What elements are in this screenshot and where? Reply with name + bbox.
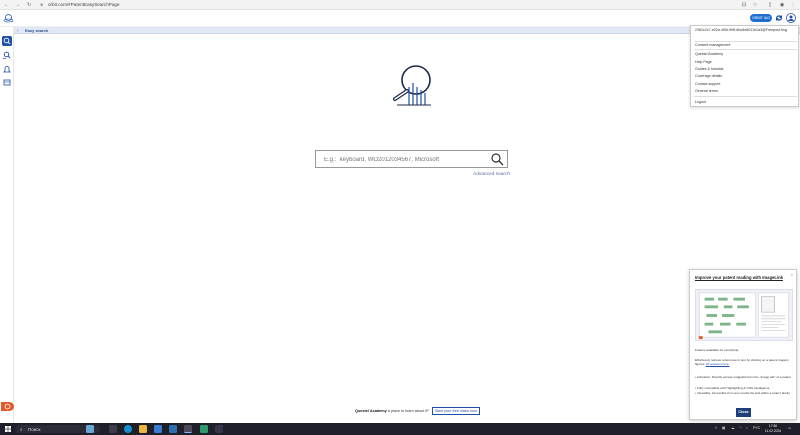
academy-text: a place to learn about IP: [386, 409, 429, 413]
reload-icon[interactable]: ↻: [27, 2, 31, 8]
menu-item-contact[interactable]: Contact support: [695, 82, 720, 86]
bookmark-star-icon[interactable]: ☆: [752, 2, 758, 8]
tray-chevron-icon[interactable]: ˄: [715, 426, 717, 430]
kebab-menu-icon[interactable]: ⋮: [790, 2, 796, 8]
weather-widget-icon[interactable]: [86, 425, 94, 433]
app-icon[interactable]: [200, 425, 208, 433]
browser-toolbar: ← → ↻ ⊜ orbit.com/#PatentEasySearchPage …: [0, 0, 800, 10]
promo-screenshot-image: [695, 289, 793, 341]
folders-icon: [3, 79, 11, 86]
divider: [694, 41, 797, 42]
sync-icon[interactable]: [774, 13, 784, 23]
promo-bullet-activation: • Activation: Directly access imagelink …: [695, 375, 791, 379]
all-answers-link[interactable]: All answers here.: [706, 362, 730, 366]
menu-item-coverage[interactable]: Coverage details: [695, 74, 722, 78]
divider: [694, 96, 797, 97]
menu-item-help[interactable]: Help Page: [695, 60, 712, 64]
bell-icon: [3, 66, 11, 73]
help-tab-button[interactable]: [1, 402, 14, 411]
user-account-icon[interactable]: [786, 13, 796, 23]
breadcrumb: ‹ Easy search: [14, 27, 800, 34]
notifications-icon[interactable]: ▭: [788, 426, 791, 430]
search-box: [315, 150, 508, 168]
task-view-icon[interactable]: [109, 425, 117, 433]
windows-taskbar: ⌕ Поиск ˄ ▦ ☁ ◠ ♪ РУС 17:56 11.02.2024 ▭: [0, 423, 800, 435]
back-icon[interactable]: ←: [4, 2, 9, 8]
network-icon[interactable]: ▦: [722, 426, 725, 430]
app-header: ORBIT IAG: [0, 10, 800, 27]
site-info-icon[interactable]: ⊜: [40, 2, 43, 7]
app-icon[interactable]: [215, 425, 223, 433]
rail-advanced-search-button[interactable]: [2, 50, 12, 60]
profile-icon[interactable]: ◉: [779, 2, 785, 8]
rail-alerts-button[interactable]: [2, 64, 12, 74]
taskbar-search-label: Поиск: [28, 426, 41, 432]
windows-start-icon[interactable]: [5, 426, 11, 432]
mail-icon[interactable]: [169, 425, 177, 433]
page-title: Easy search: [25, 28, 49, 33]
menu-item-academy[interactable]: Questel Academy: [695, 52, 723, 56]
magnifier-chart-illustration: [393, 65, 431, 106]
chrome-browser-icon[interactable]: [184, 425, 192, 433]
store-icon[interactable]: [154, 425, 162, 433]
extensions-icon[interactable]: ▯: [767, 2, 773, 8]
close-button[interactable]: Close: [736, 408, 751, 417]
menu-item-logout[interactable]: Logout: [695, 100, 706, 104]
language-indicator[interactable]: РУС: [753, 426, 760, 430]
search-submit-icon[interactable]: [490, 152, 504, 166]
wifi-icon[interactable]: ◠: [739, 426, 742, 430]
volume-icon[interactable]: ♪: [746, 426, 748, 430]
left-rail: [0, 27, 14, 423]
forward-icon[interactable]: →: [15, 2, 20, 8]
search-input[interactable]: [324, 153, 484, 166]
rail-workfiles-button[interactable]: [2, 77, 12, 87]
orbit-iag-button[interactable]: ORBIT IAG: [750, 14, 772, 22]
menu-item-terms[interactable]: General terms: [695, 89, 718, 93]
address-bar[interactable]: orbit.com/#PatentEasySearchPage: [48, 2, 120, 7]
orbit-logo-icon[interactable]: [3, 13, 14, 24]
menu-item-consent[interactable]: Consent management: [695, 43, 730, 47]
search-icon: ⌕: [20, 426, 23, 432]
account-menu: 2362c2c7-e02a-4f0b-9f9f-6bd4e8011b2a3@Fr…: [690, 25, 799, 107]
translate-icon[interactable]: ⊡: [741, 2, 747, 8]
academy-brand: Questel Academy: [355, 409, 387, 413]
collapse-chevron-icon[interactable]: ‹: [17, 28, 19, 33]
promo-title: Improve your patent reading with ImageLi…: [695, 275, 783, 280]
promo-bullet-compatible: • Fully compatible with Highlighting & O…: [695, 386, 770, 390]
academy-banner: Questel Academy a place to learn about I…: [355, 407, 480, 415]
advanced-search-link[interactable]: Advanced search: [473, 172, 510, 177]
promo-bullet-versatility: • Versatility: Accessible from any resul…: [695, 391, 790, 395]
divider: [694, 49, 797, 50]
imagelink-promo-panel: × Improve your patent reading with Image…: [689, 269, 797, 420]
menu-item-guides[interactable]: Guides & tutorials: [695, 67, 723, 71]
edge-browser-icon[interactable]: [124, 425, 132, 433]
taskbar-clock[interactable]: 17:56 11.02.2024: [763, 424, 783, 433]
start-class-button[interactable]: Start your free class now: [431, 407, 480, 415]
promo-description: Effortlessly retrieve references in text…: [695, 358, 793, 366]
rail-search-button[interactable]: [2, 36, 12, 46]
file-explorer-icon[interactable]: [139, 425, 147, 433]
promo-availability: Feature available for everybody.: [695, 348, 739, 352]
help-icon: [4, 403, 11, 410]
advanced-search-icon: [3, 51, 11, 59]
close-icon[interactable]: ×: [791, 272, 793, 277]
clock-date: 11.02.2024: [764, 428, 782, 433]
search-icon: [3, 37, 11, 45]
user-id: 2362c2c7-e02a-4f0b-9f9f-6bd4e8011b2a3@Fr…: [695, 28, 787, 32]
onedrive-icon[interactable]: ☁: [731, 426, 735, 430]
